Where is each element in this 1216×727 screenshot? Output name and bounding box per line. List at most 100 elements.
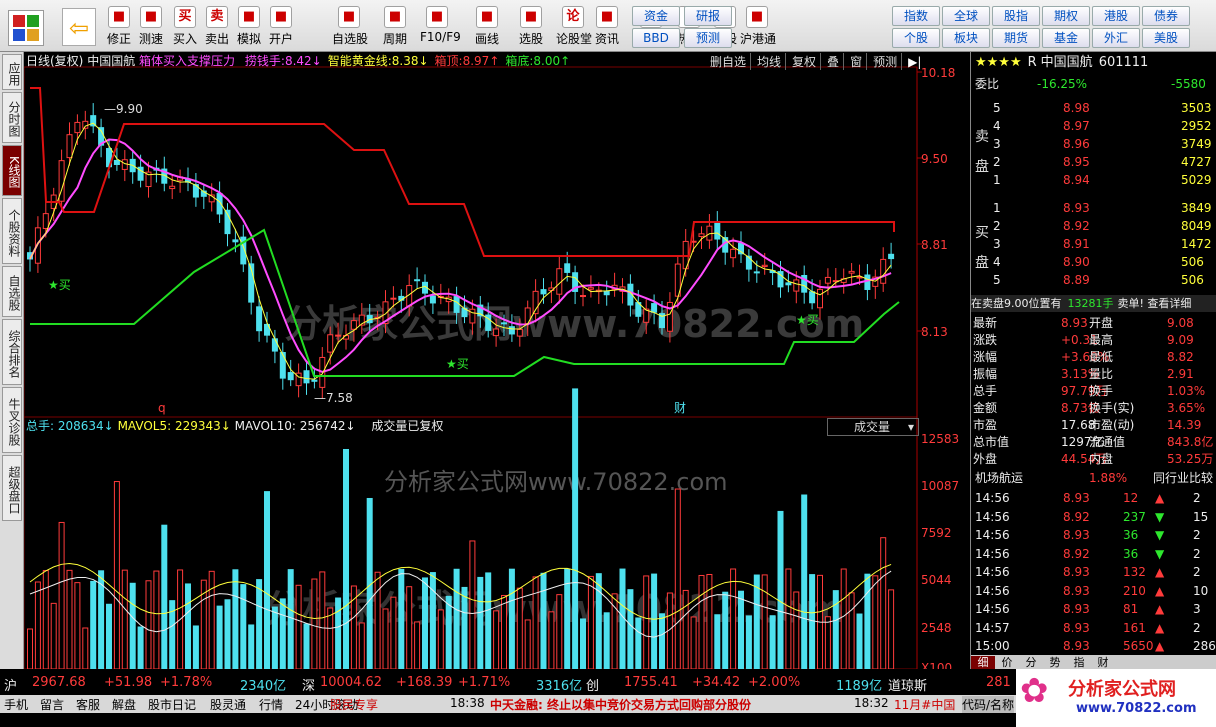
- buy-level-row: 1 8.93 3849: [971, 200, 1216, 217]
- notice-text: 在卖盘9.00位置有: [971, 297, 1062, 310]
- stat-cell: 市盈: [973, 418, 998, 432]
- volume-bar: [856, 613, 863, 669]
- side-tab[interactable]: 分时图: [2, 92, 22, 143]
- volume-bar: [153, 570, 160, 669]
- sector-compare-link[interactable]: 同行业比较: [1153, 470, 1213, 487]
- stock-prefix: R: [1027, 55, 1037, 70]
- kline-chart-svg[interactable]: 10.18 9.50 8.81 8.13 12583 10087 7592 5044 2548 X…: [24, 52, 970, 669]
- side-tab[interactable]: K线图: [2, 145, 22, 196]
- sector-name[interactable]: 机场航运: [975, 471, 1023, 485]
- chart-option-button[interactable]: 预测: [873, 53, 903, 70]
- market-button[interactable]: 指数: [892, 6, 940, 26]
- volume-bar: [295, 584, 302, 669]
- quick-link-button[interactable]: 资金: [632, 6, 680, 26]
- quick-link-button[interactable]: 预测: [684, 28, 732, 48]
- code-search-button[interactable]: 代码/名称: [962, 696, 1015, 713]
- side-tab[interactable]: 牛叉诊股: [2, 387, 22, 453]
- side-tab[interactable]: 应用: [2, 54, 22, 90]
- volume-bar: [769, 615, 776, 669]
- market-button[interactable]: 期货: [992, 28, 1040, 48]
- quick-link-button[interactable]: BBD: [632, 28, 680, 48]
- toolbar-button-label: 选股: [518, 32, 543, 46]
- stat-cell: 2.91: [1167, 367, 1194, 381]
- market-button[interactable]: 全球: [942, 6, 990, 26]
- chart-icon: ■: [426, 6, 448, 28]
- toolbar-sell-button[interactable]: 卖卖出: [200, 4, 234, 50]
- bottom-nav-tab[interactable]: 手机: [4, 696, 28, 713]
- weibi-diff: -5580: [1171, 77, 1206, 91]
- toolbar-lun-button[interactable]: 论论股堂: [556, 4, 592, 50]
- volume-bar: [880, 537, 887, 669]
- candle-up: [335, 334, 342, 337]
- toolbar-info-button[interactable]: ■ 资讯: [590, 4, 624, 50]
- chevron-down-icon: ▾: [907, 420, 914, 434]
- toolbar-pen-button[interactable]: ■ 画线: [470, 4, 504, 50]
- bottom-nav-tab[interactable]: 解盘: [112, 696, 136, 713]
- market-button[interactable]: 港股: [1092, 6, 1140, 26]
- notice-row: 在卖盘9.00位置有 13281手 卖单! 查看详细: [971, 295, 1216, 312]
- volume-bar: [722, 591, 729, 669]
- quote-tab[interactable]: 价: [995, 656, 1019, 670]
- chart-option-button[interactable]: 删自选: [710, 53, 752, 70]
- market-button[interactable]: 股指: [992, 6, 1040, 26]
- bottom-nav-tab[interactable]: 行情: [259, 696, 283, 713]
- volume-bar: [848, 592, 855, 669]
- toolbar-clock-button[interactable]: ■ 测速: [134, 4, 168, 50]
- quote-tab[interactable]: 分: [1019, 656, 1043, 670]
- toolbar-hk-button[interactable]: ■ 沪港通: [740, 4, 776, 50]
- notice-detail-link[interactable]: 卖单! 查看详细: [1118, 297, 1192, 310]
- marker-q: q: [158, 401, 166, 415]
- quote-tab[interactable]: 细: [971, 656, 995, 670]
- toolbar-lock-button[interactable]: ■ 开户: [264, 4, 298, 50]
- side-tab[interactable]: 个股资料: [2, 198, 22, 264]
- candle-up: [761, 264, 768, 267]
- quote-tab[interactable]: 财: [1091, 656, 1115, 670]
- toolbar-chart-button[interactable]: ■ F10/F9: [420, 4, 461, 50]
- candle-up: [793, 279, 800, 292]
- quote-tab[interactable]: 势: [1043, 656, 1067, 670]
- chart-option-button[interactable]: 窗: [850, 53, 868, 70]
- news-item[interactable]: 中天金融: 终止以集中竞价交易方式回购部分股份: [490, 696, 751, 713]
- market-button[interactable]: 期权: [1042, 6, 1090, 26]
- toolbar-up-arrow-button[interactable]: ■ 修正: [102, 4, 136, 50]
- stat-row: 金额 8.73亿 换手(实) 3.65%: [971, 400, 1216, 417]
- notice-number[interactable]: 13281手: [1068, 297, 1114, 310]
- chart-option-button[interactable]: 均线: [757, 53, 787, 70]
- quote-tab[interactable]: 指: [1067, 656, 1091, 670]
- side-tab[interactable]: 综合排名: [2, 319, 22, 385]
- back-button[interactable]: ⇦: [62, 8, 96, 46]
- chart-option-button[interactable]: 叠: [827, 53, 845, 70]
- bottom-nav-tab[interactable]: 股灵通: [210, 696, 246, 713]
- volume-bar: [232, 569, 239, 669]
- toolbar-grid-button[interactable]: ■ 选股: [514, 4, 548, 50]
- market-button[interactable]: 美股: [1142, 28, 1190, 48]
- market-button[interactable]: 板块: [942, 28, 990, 48]
- chart-option-button[interactable]: 复权: [792, 53, 822, 70]
- bottom-nav-tab[interactable]: 股市日记: [148, 696, 196, 713]
- expand-icon[interactable]: ▶|: [908, 55, 921, 69]
- volume-bar: [382, 608, 389, 669]
- volume-indicator-dropdown[interactable]: 成交量 ▾: [827, 418, 919, 436]
- tick-row: 14:56 8.93 12 ▲ 2: [971, 490, 1216, 507]
- market-button[interactable]: 债券: [1142, 6, 1190, 26]
- news-item[interactable]: 11月#中国: [894, 696, 955, 713]
- kline-chart-area[interactable]: 10.18 9.50 8.81 8.13 12583 10087 7592 5044 2548 X…: [24, 52, 970, 669]
- toolbar-clock-button[interactable]: ■ 周期: [378, 4, 412, 50]
- market-button[interactable]: 个股: [892, 28, 940, 48]
- sell-level-row: 4 8.97 2952: [971, 118, 1216, 135]
- bottom-nav-tab[interactable]: 客服: [76, 696, 100, 713]
- tick-row: 14:57 8.93 161 ▲ 2: [971, 620, 1216, 637]
- info-icon: ■: [596, 6, 618, 28]
- news-item[interactable]: 股民专享: [330, 696, 378, 713]
- bottom-nav-tab[interactable]: 留言: [40, 696, 64, 713]
- volume-bar: [264, 491, 270, 669]
- toolbar-hammer-button[interactable]: ■ 模拟: [232, 4, 266, 50]
- toolbar-buy-button[interactable]: 买买入: [168, 4, 202, 50]
- market-button[interactable]: 外汇: [1092, 28, 1140, 48]
- side-tab[interactable]: 自选股: [2, 266, 22, 317]
- toolbar-star-button[interactable]: ■ 自选股: [332, 4, 368, 50]
- market-button[interactable]: 基金: [1042, 28, 1090, 48]
- quick-link-button[interactable]: 研报: [684, 6, 732, 26]
- candle-down: [508, 326, 515, 335]
- side-tab[interactable]: 超级盘口: [2, 455, 22, 521]
